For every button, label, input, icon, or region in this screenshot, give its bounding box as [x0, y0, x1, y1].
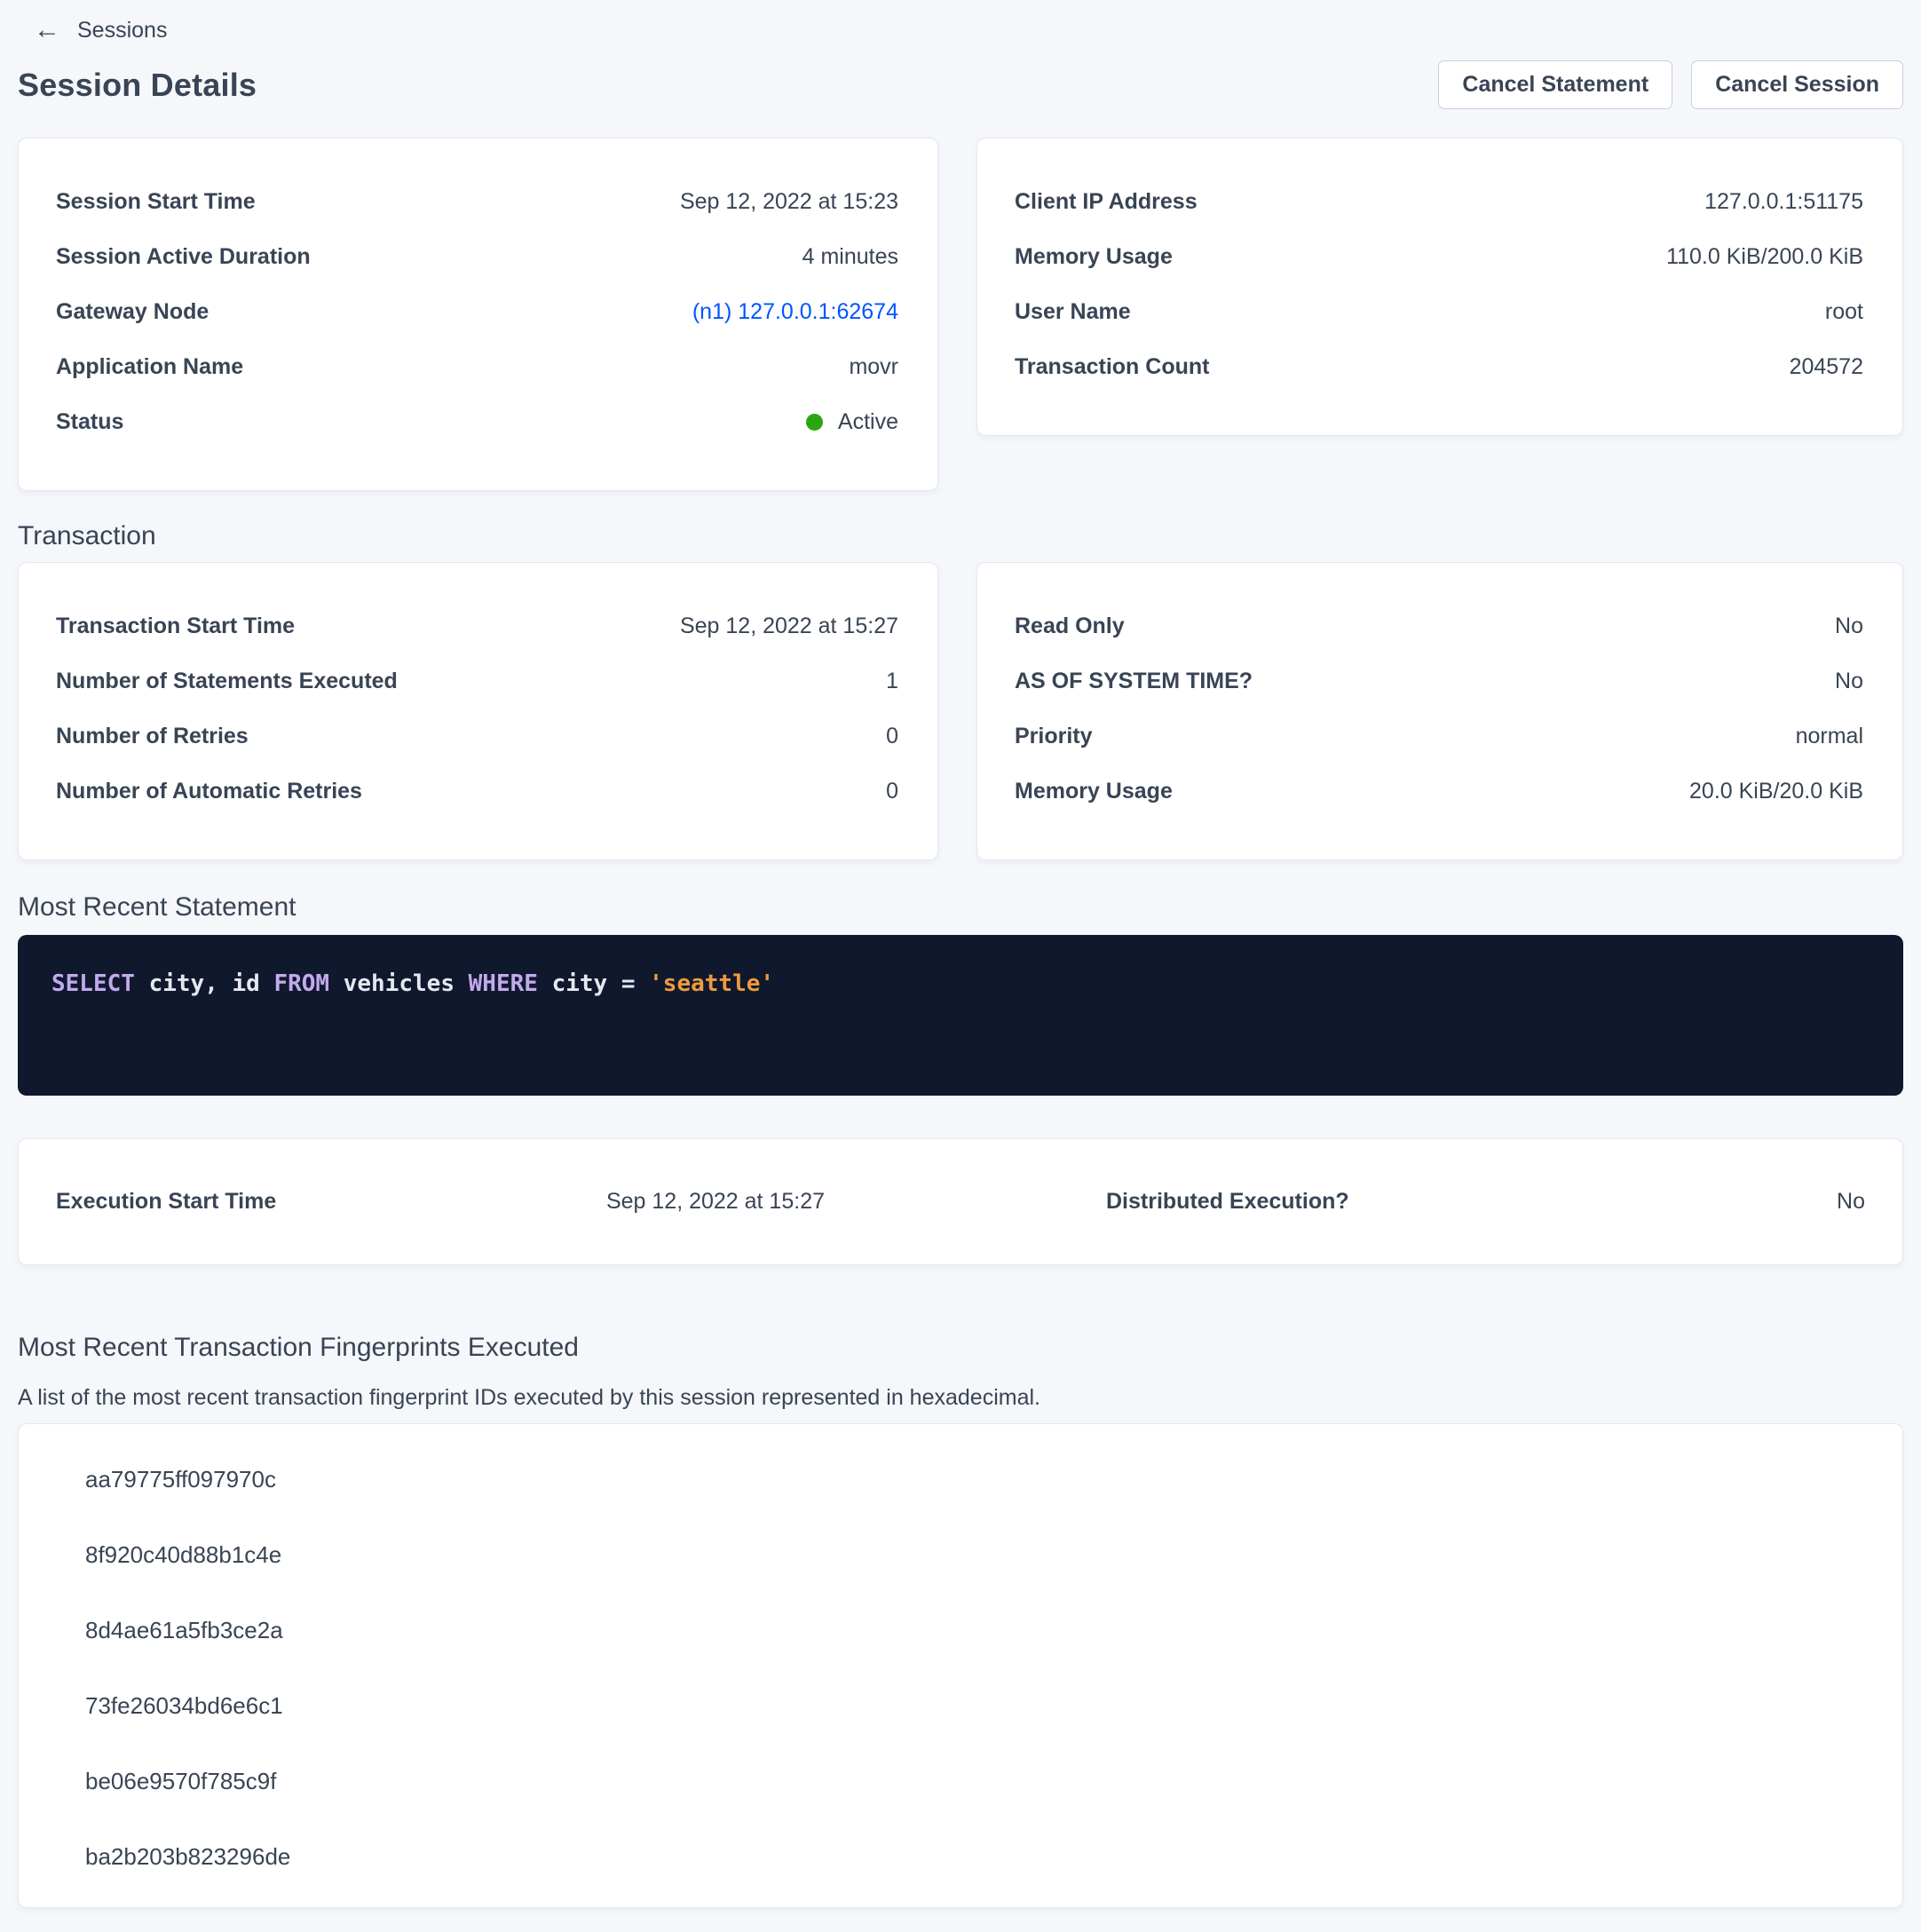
page-header: Session Details Cancel Statement Cancel …	[18, 60, 1903, 109]
transaction-card-left: Transaction Start Time Sep 12, 2022 at 1…	[18, 562, 938, 860]
row-automatic-retries: Number of Automatic Retries 0	[56, 764, 898, 819]
sql-token: FROM	[273, 970, 329, 997]
sql-token: vehicles	[329, 970, 469, 997]
row-value: 204572	[1790, 354, 1863, 380]
fingerprints-card: aa79775ff097970c 8f920c40d88b1c4e 8d4ae6…	[18, 1423, 1903, 1908]
transaction-section-heading: Transaction	[18, 521, 1921, 551]
status-badge: Active	[806, 409, 898, 435]
row-session-active-duration: Session Active Duration 4 minutes	[56, 229, 898, 284]
row-transaction-count: Transaction Count 204572	[1015, 339, 1863, 394]
row-value: No	[1835, 614, 1863, 639]
row-value: normal	[1796, 724, 1863, 749]
breadcrumb-label: Sessions	[77, 18, 167, 44]
row-read-only: Read Only No	[1015, 598, 1863, 653]
transaction-card-right: Read Only No AS OF SYSTEM TIME? No Prior…	[976, 562, 1903, 860]
row-value: Sep 12, 2022 at 15:27	[606, 1189, 825, 1215]
header-actions: Cancel Statement Cancel Session	[1438, 60, 1903, 109]
sql-token: WHERE	[469, 970, 538, 997]
row-value: root	[1825, 299, 1863, 325]
row-application-name: Application Name movr	[56, 339, 898, 394]
row-gateway-node: Gateway Node (n1) 127.0.0.1:62674	[56, 284, 898, 339]
row-label: Number of Retries	[56, 724, 249, 749]
row-value: Sep 12, 2022 at 15:23	[680, 189, 898, 215]
fingerprint-item: aa79775ff097970c	[19, 1442, 1902, 1517]
row-label: Priority	[1015, 724, 1093, 749]
fingerprints-section-heading: Most Recent Transaction Fingerprints Exe…	[18, 1333, 1921, 1363]
statement-section-heading: Most Recent Statement	[18, 892, 1921, 922]
row-statements-executed: Number of Statements Executed 1	[56, 653, 898, 709]
sql-token: city, id	[135, 970, 274, 997]
sql-statement-box: SELECT city, id FROM vehicles WHERE city…	[18, 935, 1903, 1096]
cancel-session-button[interactable]: Cancel Session	[1691, 60, 1903, 109]
arrow-left-icon: ←	[34, 17, 60, 44]
fingerprints-description: A list of the most recent transaction fi…	[18, 1384, 1903, 1411]
transaction-row: Transaction Start Time Sep 12, 2022 at 1…	[18, 562, 1903, 860]
row-user-name: User Name root	[1015, 284, 1863, 339]
row-value: 4 minutes	[802, 244, 898, 270]
row-value: 110.0 KiB/200.0 KiB	[1666, 244, 1863, 270]
fingerprint-item: 73fe26034bd6e6c1	[19, 1668, 1902, 1744]
sql-token: SELECT	[51, 970, 135, 997]
row-distributed-execution: Distributed Execution? No	[1106, 1189, 1865, 1215]
session-summary-card-left: Session Start Time Sep 12, 2022 at 15:23…	[18, 138, 938, 491]
row-execution-start-time: Execution Start Time Sep 12, 2022 at 15:…	[56, 1189, 825, 1215]
session-summary-card-right: Client IP Address 127.0.0.1:51175 Memory…	[976, 138, 1903, 436]
row-value: 0	[886, 724, 898, 749]
row-label: Status	[56, 409, 123, 435]
fingerprint-item: ba2b203b823296de	[19, 1819, 1902, 1895]
gateway-node-link[interactable]: (n1) 127.0.0.1:62674	[692, 299, 898, 325]
row-label: Execution Start Time	[56, 1189, 276, 1215]
row-label: Memory Usage	[1015, 244, 1173, 270]
row-label: Transaction Count	[1015, 354, 1209, 380]
row-value: No	[1835, 669, 1863, 694]
session-summary-row: Session Start Time Sep 12, 2022 at 15:23…	[18, 138, 1903, 491]
sql-token: 'seattle'	[649, 970, 774, 997]
fingerprint-item: be06e9570f785c9f	[19, 1744, 1902, 1819]
row-number-of-retries: Number of Retries 0	[56, 709, 898, 764]
breadcrumb-back-sessions[interactable]: ← Sessions	[0, 0, 266, 48]
fingerprint-item: 8f920c40d88b1c4e	[19, 1517, 1902, 1593]
row-label: Client IP Address	[1015, 189, 1198, 215]
row-label: Read Only	[1015, 614, 1125, 639]
row-value: 127.0.0.1:51175	[1704, 189, 1863, 215]
row-client-ip-address: Client IP Address 127.0.0.1:51175	[1015, 174, 1863, 229]
status-active-dot-icon	[806, 414, 823, 431]
row-label: Distributed Execution?	[1106, 1189, 1349, 1215]
row-transaction-start-time: Transaction Start Time Sep 12, 2022 at 1…	[56, 598, 898, 653]
row-value: Sep 12, 2022 at 15:27	[680, 614, 898, 639]
row-label: AS OF SYSTEM TIME?	[1015, 669, 1253, 694]
execution-summary-card: Execution Start Time Sep 12, 2022 at 15:…	[18, 1138, 1903, 1265]
row-label: Number of Automatic Retries	[56, 779, 362, 804]
row-label: Number of Statements Executed	[56, 669, 398, 694]
row-label: User Name	[1015, 299, 1131, 325]
row-label: Transaction Start Time	[56, 614, 295, 639]
cancel-statement-button[interactable]: Cancel Statement	[1438, 60, 1672, 109]
row-label: Session Active Duration	[56, 244, 311, 270]
row-session-start-time: Session Start Time Sep 12, 2022 at 15:23	[56, 174, 898, 229]
row-label: Session Start Time	[56, 189, 256, 215]
row-value: movr	[849, 354, 898, 380]
sql-statement-text: SELECT city, id FROM vehicles WHERE city…	[51, 970, 1903, 997]
row-value: 0	[886, 779, 898, 804]
page-title: Session Details	[18, 67, 257, 104]
row-priority: Priority normal	[1015, 709, 1863, 764]
row-value: 20.0 KiB/20.0 KiB	[1689, 779, 1863, 804]
row-value: No	[1837, 1189, 1865, 1215]
fingerprint-item: 8d4ae61a5fb3ce2a	[19, 1593, 1902, 1668]
row-value: 1	[886, 669, 898, 694]
sql-token: city =	[538, 970, 649, 997]
row-label: Gateway Node	[56, 299, 209, 325]
row-label: Application Name	[56, 354, 243, 380]
row-memory-usage: Memory Usage 110.0 KiB/200.0 KiB	[1015, 229, 1863, 284]
row-label: Memory Usage	[1015, 779, 1173, 804]
row-status: Status Active	[56, 394, 898, 449]
status-value: Active	[838, 409, 898, 435]
row-as-of-system-time: AS OF SYSTEM TIME? No	[1015, 653, 1863, 709]
row-txn-memory-usage: Memory Usage 20.0 KiB/20.0 KiB	[1015, 764, 1863, 819]
